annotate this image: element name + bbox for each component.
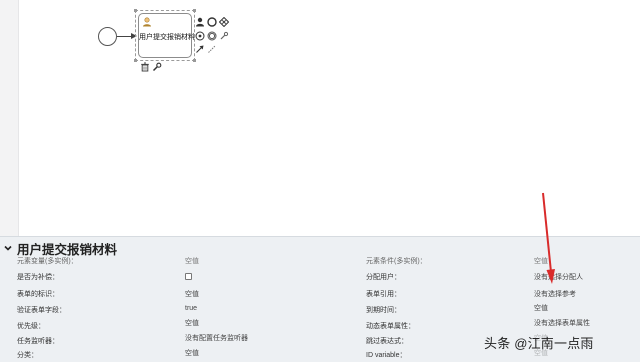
diagram-canvas[interactable]: 用户提交报销材料 [0, 0, 640, 236]
prop-label: 动态表单属性： [366, 323, 415, 330]
watermark: 头条 @江南一点雨 [484, 336, 594, 351]
prop-value[interactable]: 没有配置任务监听器 [185, 334, 248, 343]
prop-value-assignee[interactable]: 没有选择分配人 [534, 273, 583, 282]
wrench-icon[interactable] [152, 62, 162, 72]
wrench-icon[interactable] [219, 31, 229, 41]
prop-value[interactable]: 空值 [185, 290, 199, 299]
association-line-icon[interactable] [207, 44, 217, 54]
compensation-checkbox[interactable] [185, 273, 192, 280]
user-task[interactable]: 用户提交报销材料 [138, 13, 195, 58]
connect-arrow-icon[interactable] [195, 44, 205, 54]
prop-label: 表单的标识： [17, 291, 59, 298]
prop-label: 到期时间： [366, 307, 401, 314]
prop-value[interactable]: 空值 [185, 349, 199, 358]
prop-value[interactable]: 空值 [534, 257, 548, 266]
add-gateway-icon[interactable] [219, 17, 229, 27]
prop-value[interactable]: 没有选择表单属性 [534, 319, 590, 328]
start-event[interactable] [98, 27, 117, 46]
prop-label: 表单引用： [366, 291, 401, 298]
prop-label: 元素变量(多实例)： [17, 258, 78, 265]
panel-header[interactable]: 用户提交报销材料 [3, 240, 118, 257]
prop-label: 分类： [17, 352, 38, 359]
add-boundary-event-icon[interactable] [207, 31, 217, 41]
user-task-label: 用户提交报销材料 [139, 34, 195, 41]
prop-value[interactable]: 空值 [534, 304, 548, 313]
prop-value[interactable]: 空值 [185, 319, 199, 328]
prop-label: 任务监听器： [17, 338, 59, 345]
prop-label: 优先级： [17, 323, 45, 330]
prop-value[interactable]: true [185, 304, 197, 313]
resize-handle[interactable] [193, 9, 196, 12]
add-user-task-icon[interactable] [195, 17, 205, 27]
panel-title: 用户提交报销材料 [17, 242, 118, 257]
prop-label: 跳过表达式： [366, 338, 408, 345]
prop-label: 验证表单字段： [17, 307, 66, 314]
add-end-event-icon[interactable] [207, 17, 217, 27]
prop-value[interactable]: 空值 [185, 257, 199, 266]
prop-value[interactable]: 没有选择参考 [534, 290, 576, 299]
resize-handle[interactable] [193, 59, 196, 62]
delete-icon[interactable] [140, 62, 150, 72]
chevron-down-icon[interactable] [3, 243, 13, 253]
resize-handle[interactable] [134, 9, 137, 12]
add-intermediate-event-icon[interactable] [195, 31, 205, 41]
user-icon [143, 17, 151, 27]
resize-handle[interactable] [134, 59, 137, 62]
prop-label: 分配用户： [366, 274, 401, 281]
prop-label: 是否为补偿： [17, 274, 59, 281]
prop-label: 元素条件(多实例)： [366, 258, 427, 265]
prop-label: ID variable： [366, 352, 407, 359]
palette-strip [0, 0, 19, 236]
